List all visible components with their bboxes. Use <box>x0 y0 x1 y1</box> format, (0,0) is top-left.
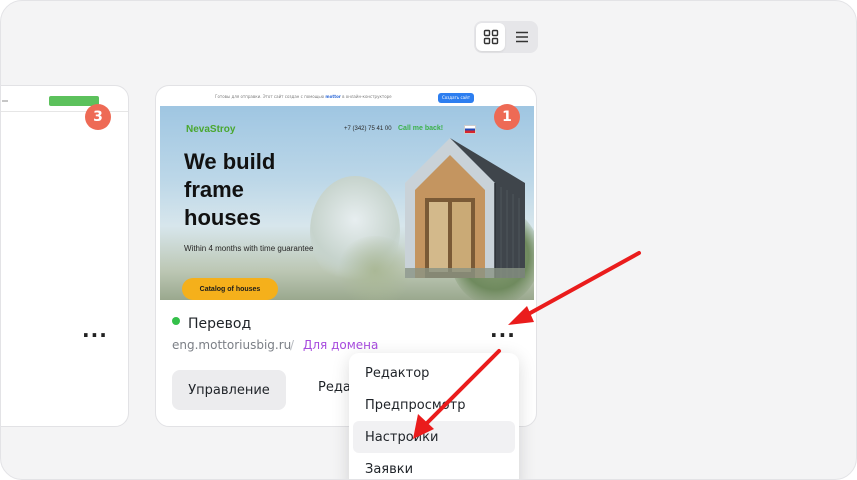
site-card-partial[interactable]: 3 ... <box>1 85 129 427</box>
preview-hero: NevaStroy +7 (342) 75 41 00 Call me back… <box>160 106 534 300</box>
preview-catalog-button: Catalog of houses <box>182 278 278 300</box>
preview-phone: +7 (342) 75 41 00 <box>344 126 392 132</box>
step-badge-1: 1 <box>494 104 520 130</box>
view-toggle <box>474 21 538 53</box>
grid-view-button[interactable] <box>476 23 505 51</box>
grid-icon <box>483 29 498 45</box>
preview-hero-title: We build frame houses <box>184 149 276 230</box>
topbar-text-prefix: Готовы для отправки. Этот сайт создан с … <box>215 94 325 99</box>
menu-item-requests[interactable]: Заявки <box>353 453 515 479</box>
preview-call-link: Call me back! <box>398 125 444 132</box>
step-badge-3: 3 <box>85 104 111 130</box>
status-dot <box>172 317 180 325</box>
site-title: Перевод <box>188 316 252 332</box>
preview-logo: NevaStroy <box>186 124 236 135</box>
preview-hero-subtitle: Within 4 months with time guarantee <box>184 244 314 253</box>
site-preview[interactable]: Готовы для отправки. Этот сайт создан с … <box>160 90 534 300</box>
topbar-brand: mottor <box>325 94 341 99</box>
russia-flag-icon <box>464 125 476 134</box>
site-domain[interactable]: eng.mottoriusbig.ru <box>172 338 291 352</box>
domain-separator: / <box>290 338 295 352</box>
list-view-button[interactable] <box>507 23 536 51</box>
menu-item-settings[interactable]: Настройки <box>353 421 515 453</box>
domain-link[interactable]: Для домена <box>303 338 378 352</box>
preview-topbar-text: Готовы для отправки. Этот сайт создан с … <box>215 94 392 99</box>
context-menu: Редактор Предпросмотр Настройки Заявки <box>349 353 519 479</box>
list-icon <box>515 31 528 43</box>
more-options-button-left[interactable]: ... <box>82 318 108 342</box>
preview-text-line <box>2 100 8 102</box>
more-options-button[interactable]: ... <box>490 318 516 342</box>
menu-item-preview[interactable]: Предпросмотр <box>353 389 515 421</box>
preview-topbar: Готовы для отправки. Этот сайт создан с … <box>160 90 534 106</box>
topbar-text-suffix: в онлайн-конструкторе <box>342 94 392 99</box>
sites-panel: 3 ... Готовы для отправки. Этот сайт соз… <box>0 0 857 480</box>
card-preview-strip <box>1 86 128 112</box>
manage-button[interactable]: Управление <box>172 370 286 410</box>
menu-item-editor[interactable]: Редактор <box>353 357 515 389</box>
house-illustration <box>405 138 525 278</box>
preview-topbar-button: Создать сайт <box>438 93 474 103</box>
